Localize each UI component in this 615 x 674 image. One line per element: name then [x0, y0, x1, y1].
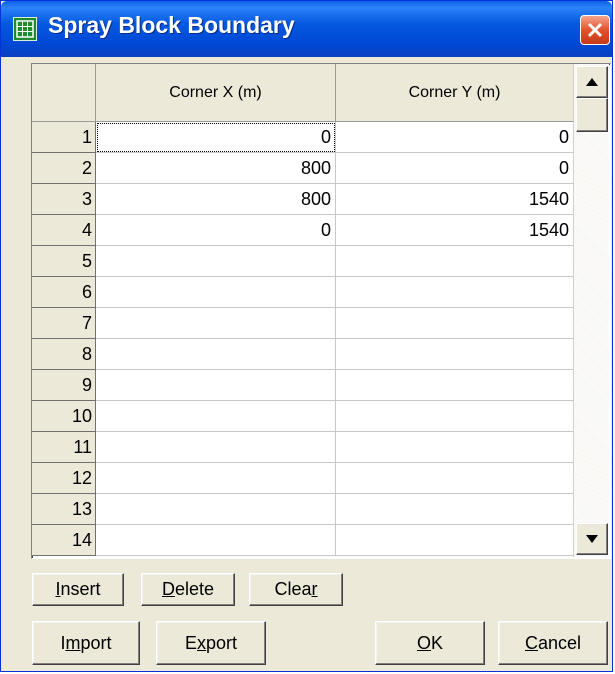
column-header-corner-y[interactable]: Corner Y (m) — [336, 64, 574, 122]
row-header[interactable]: 8 — [32, 339, 96, 370]
cell-corner-x[interactable] — [96, 370, 336, 401]
cell-corner-y[interactable] — [336, 246, 574, 277]
cell-corner-y[interactable]: 1540 — [336, 215, 574, 246]
close-button[interactable] — [580, 15, 610, 45]
window-title: Spray Block Boundary — [48, 12, 295, 38]
cell-corner-y[interactable]: 0 — [336, 122, 574, 153]
cell-corner-x[interactable] — [96, 525, 336, 556]
delete-button[interactable]: Delete — [141, 573, 235, 606]
vertical-scrollbar[interactable] — [573, 64, 609, 557]
cell-corner-x[interactable] — [96, 308, 336, 339]
cell-corner-y[interactable] — [336, 401, 574, 432]
cell-corner-y[interactable] — [336, 277, 574, 308]
row-header[interactable]: 4 — [32, 215, 96, 246]
ok-button[interactable]: OK — [375, 621, 485, 665]
row-header[interactable]: 3 — [32, 184, 96, 215]
close-icon — [587, 22, 603, 38]
cell-corner-y[interactable] — [336, 463, 574, 494]
column-header-label: Corner Y (m) — [408, 83, 501, 101]
title-bar[interactable]: Spray Block Boundary — [1, 1, 612, 57]
row-header[interactable]: 2 — [32, 153, 96, 184]
row-header[interactable]: 13 — [32, 494, 96, 525]
boundary-grid[interactable]: Corner X (m) Corner Y (m) 1 0 0 2 800 0 3 800 15… — [31, 63, 611, 559]
cell-corner-x[interactable] — [96, 401, 336, 432]
cell-corner-x[interactable] — [96, 277, 336, 308]
export-label: Export — [184, 632, 238, 653]
cell-corner-x[interactable]: 0 — [96, 215, 336, 246]
cell-corner-y[interactable] — [336, 308, 574, 339]
column-header-label: Corner X (m) — [169, 83, 262, 101]
cell-corner-x[interactable]: 800 — [96, 153, 336, 184]
cell-corner-x[interactable] — [96, 432, 336, 463]
cell-corner-y[interactable]: 0 — [336, 153, 574, 184]
clear-label: Clear — [274, 579, 318, 599]
import-label: Import — [60, 632, 112, 653]
arrow-down-icon — [586, 535, 598, 543]
insert-label: Insert — [55, 579, 101, 599]
scroll-thumb[interactable] — [576, 98, 608, 132]
cell-corner-y[interactable] — [336, 494, 574, 525]
cell-corner-x[interactable]: 800 — [96, 184, 336, 215]
cell-corner-x[interactable]: 0 — [96, 122, 336, 153]
cell-corner-x[interactable] — [96, 246, 336, 277]
cell-corner-x[interactable] — [96, 463, 336, 494]
column-header-corner-x[interactable]: Corner X (m) — [96, 64, 336, 122]
delete-label: Delete — [161, 579, 215, 599]
scroll-down-button[interactable] — [576, 523, 608, 555]
row-header[interactable]: 12 — [32, 463, 96, 494]
app-grid-icon — [13, 17, 37, 41]
arrow-up-icon — [586, 78, 598, 86]
row-header[interactable]: 14 — [32, 525, 96, 556]
cell-corner-y[interactable] — [336, 432, 574, 463]
row-header[interactable]: 7 — [32, 308, 96, 339]
import-button[interactable]: Import — [32, 621, 140, 665]
cancel-button[interactable]: Cancel — [498, 621, 608, 665]
grid-corner-header — [32, 64, 96, 122]
ok-label: OK — [416, 632, 444, 653]
row-header[interactable]: 11 — [32, 432, 96, 463]
cell-corner-y[interactable] — [336, 370, 574, 401]
clear-button[interactable]: Clear — [249, 573, 343, 606]
insert-button[interactable]: Insert — [32, 573, 124, 606]
row-header[interactable]: 5 — [32, 246, 96, 277]
cell-corner-y[interactable]: 1540 — [336, 184, 574, 215]
cell-corner-y[interactable] — [336, 525, 574, 556]
cell-corner-x[interactable] — [96, 494, 336, 525]
scroll-up-button[interactable] — [576, 66, 608, 98]
export-button[interactable]: Export — [156, 621, 266, 665]
cancel-label: Cancel — [524, 632, 582, 653]
cell-corner-x[interactable] — [96, 339, 336, 370]
row-header[interactable]: 6 — [32, 277, 96, 308]
row-header[interactable]: 10 — [32, 401, 96, 432]
spray-block-boundary-dialog: Spray Block Boundary Corner X (m) Corner… — [0, 0, 613, 672]
row-header[interactable]: 1 — [32, 122, 96, 153]
row-header[interactable]: 9 — [32, 370, 96, 401]
cell-corner-y[interactable] — [336, 339, 574, 370]
